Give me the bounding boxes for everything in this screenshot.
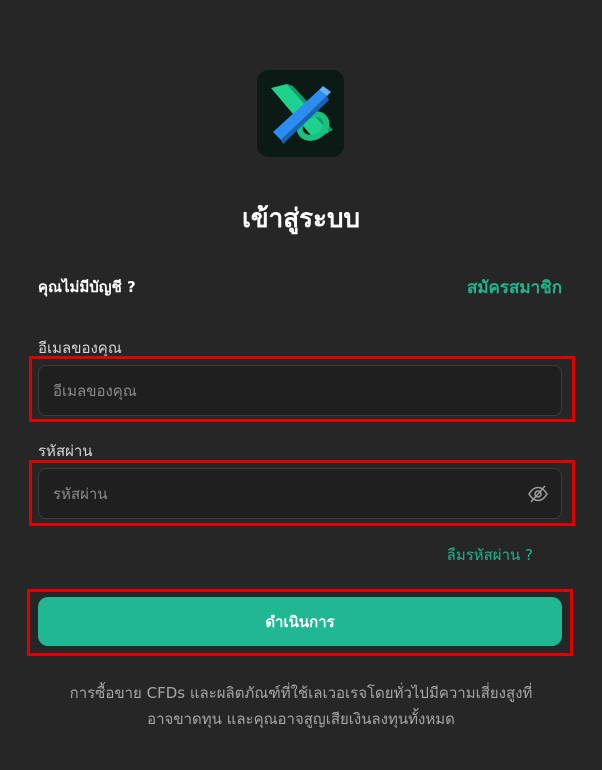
risk-disclaimer: การซื้อขาย CFDs และผลิตภัณฑ์ที่ใช้เลเวอเ…: [20, 680, 582, 732]
email-field-container: [38, 365, 562, 416]
page-title: เข้าสู่ระบบ: [241, 204, 361, 234]
continue-button[interactable]: ดำเนินการ: [38, 597, 562, 646]
app-logo: [257, 70, 344, 157]
password-input[interactable]: [53, 469, 513, 518]
password-field-container: [38, 468, 562, 519]
no-account-prompt: คุณไม่มีบัญชี ?: [38, 278, 136, 296]
email-input[interactable]: [53, 366, 513, 415]
eye-off-icon[interactable]: [527, 484, 549, 504]
signup-link[interactable]: สมัครสมาชิก: [467, 274, 562, 301]
disclaimer-line-1: การซื้อขาย CFDs และผลิตภัณฑ์ที่ใช้เลเวอเ…: [69, 684, 533, 702]
disclaimer-line-2: อาจขาดทุน และคุณอาจสูญเสียเงินลงทุนทั้งห…: [147, 710, 455, 728]
login-page: เข้าสู่ระบบ คุณไม่มีบัญชี ? สมัครสมาชิก …: [0, 0, 602, 770]
forgot-password-link[interactable]: ลืมรหัสผ่าน ?: [447, 543, 533, 567]
